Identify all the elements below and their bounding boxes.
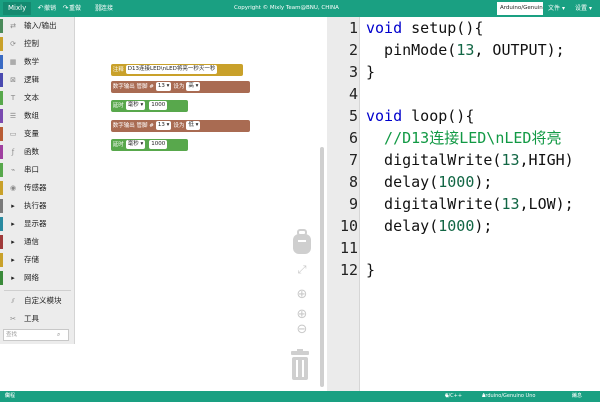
digital-write-block[interactable]: 数字输出 管脚 #13 ▾ 设为高 ▾ xyxy=(111,81,250,93)
sidebar-item-control[interactable]: ⟳ 控制 xyxy=(0,35,75,53)
comment-text-field[interactable]: D13连接LED\nLED将亮一秒灭一秒 xyxy=(125,65,218,74)
logic-icon: ⊠ xyxy=(10,76,16,84)
settings-menu[interactable]: 设置 ▾ xyxy=(575,0,592,17)
workspace-scrollbar[interactable] xyxy=(320,147,324,387)
delay-unit-dropdown[interactable]: 毫秒 ▾ xyxy=(125,140,146,149)
chevron-down-icon: ▾ xyxy=(561,5,565,12)
line-number: 8 xyxy=(348,173,358,191)
expand-arrow-icon: ▸ xyxy=(11,238,15,246)
line-number: 1 xyxy=(348,19,358,37)
status-bar: ☰ 例程 ◆ C/C++ ▪ Arduino/Genuino Uno ✉ 消息 xyxy=(0,391,600,402)
chevron-down-icon: ▾ xyxy=(588,5,592,12)
link-icon: ⛓ xyxy=(94,4,103,12)
comment-block[interactable]: 注释 D13连接LED\nLED将亮一秒灭一秒 xyxy=(111,64,243,76)
backpack-icon[interactable] xyxy=(291,229,313,255)
search-icon[interactable]: ⌕ xyxy=(57,331,60,339)
line-number: 6 xyxy=(348,129,358,147)
wrench-icon: ✂ xyxy=(10,315,16,323)
line-number: 10 xyxy=(339,217,358,235)
recenter-icon[interactable]: ⊕ xyxy=(294,287,310,303)
delay-value-field[interactable]: 1000 xyxy=(149,101,168,110)
code-line[interactable]: void setup(){ xyxy=(366,17,483,39)
line-number: 7 xyxy=(348,151,358,169)
line-number: 4 xyxy=(348,85,358,103)
calculator-icon: ▦ xyxy=(9,58,17,66)
level-dropdown[interactable]: 高 ▾ xyxy=(186,82,201,91)
file-menu[interactable]: 文件 ▾ xyxy=(548,0,565,17)
zoom-in-icon[interactable]: ⊕ xyxy=(294,307,310,323)
app-logo: Mixly xyxy=(3,2,32,15)
io-icon: ⇄ xyxy=(10,22,16,30)
delay-block[interactable]: 延时 毫秒 ▾ 1000 xyxy=(111,139,188,151)
line-number: 2 xyxy=(348,41,358,59)
sidebar-item-array[interactable]: ☰ 数组 xyxy=(0,107,75,125)
list-icon: ☰ xyxy=(9,112,17,120)
control-icon: ⟳ xyxy=(10,40,16,48)
custom-module-icon: ⫽ xyxy=(11,297,15,305)
board-select[interactable]: Arduino/Genuino xyxy=(497,2,543,15)
code-line[interactable]: delay(1000); xyxy=(366,171,492,193)
code-line[interactable]: void loop(){ xyxy=(366,105,474,127)
delay-unit-dropdown[interactable]: 毫秒 ▾ xyxy=(125,101,146,110)
code-line[interactable]: } xyxy=(366,61,375,83)
serial-icon: ⌁ xyxy=(10,166,16,174)
redo-icon: ↷ xyxy=(62,4,69,12)
copyright-text: Copyright © Mixly Team@BNU, CHINA xyxy=(234,5,339,11)
line-number-gutter: 1 2 3 4 5 6 7 8 9 10 11 12 xyxy=(327,17,360,391)
sidebar-item-function[interactable]: ƒ 函数 xyxy=(0,143,75,161)
expand-arrow-icon: ▸ xyxy=(11,220,15,228)
undo-icon: ↶ xyxy=(37,4,44,12)
code-line[interactable]: digitalWrite(13,HIGH) xyxy=(366,149,574,171)
sidebar-item-math[interactable]: ▦ 数学 xyxy=(0,53,75,71)
sidebar-item-sensor[interactable]: ◉ 传感器 xyxy=(0,179,75,197)
sidebar-item-text[interactable]: T 文本 xyxy=(0,89,75,107)
sidebar-item-storage[interactable]: ▸ 存储 xyxy=(0,251,75,269)
sidebar-item-network[interactable]: ▸ 网络 xyxy=(0,269,75,287)
sidebar-divider xyxy=(4,290,71,291)
digital-write-block[interactable]: 数字输出 管脚 #13 ▾ 设为低 ▾ xyxy=(111,120,250,132)
delay-block[interactable]: 延时 毫秒 ▾ 1000 xyxy=(111,100,188,112)
top-bar: Mixly ↶撤销 ↷重做 ⛓连接 Copyright © Mixly Team… xyxy=(0,0,600,17)
line-number: 11 xyxy=(339,239,358,257)
sidebar-item-io[interactable]: ⇄ 输入/输出 xyxy=(0,17,75,35)
sidebar-item-custom-module[interactable]: ⫽ 自定义模块 xyxy=(0,292,75,310)
code-line[interactable]: } xyxy=(366,259,375,281)
code-line[interactable]: delay(1000); xyxy=(366,215,492,237)
pin-dropdown[interactable]: 13 ▾ xyxy=(155,82,172,91)
code-editor[interactable]: 1 2 3 4 5 6 7 8 9 10 11 12 void setup(){… xyxy=(327,17,600,391)
line-number: 9 xyxy=(348,195,358,213)
code-line[interactable]: pinMode(13, OUTPUT); xyxy=(366,39,565,61)
delay-value-field[interactable]: 1000 xyxy=(149,140,168,149)
sidebar-item-serial[interactable]: ⌁ 串口 xyxy=(0,161,75,179)
line-number: 3 xyxy=(348,63,358,81)
code-line[interactable]: digitalWrite(13,LOW); xyxy=(366,193,574,215)
connect-button[interactable]: ⛓连接 xyxy=(94,0,113,17)
sidebar-item-display[interactable]: ▸ 显示器 xyxy=(0,215,75,233)
block-workspace[interactable]: 注释 D13连接LED\nLED将亮一秒灭一秒 数字输出 管脚 #13 ▾ 设为高 … xyxy=(75,17,327,391)
expand-arrow-icon: ▸ xyxy=(11,274,15,282)
sidebar-item-tools[interactable]: ✂ 工具 xyxy=(0,310,75,328)
text-icon: T xyxy=(10,94,16,102)
pin-dropdown[interactable]: 13 ▾ xyxy=(155,121,172,130)
variable-icon: ▭ xyxy=(9,130,17,138)
sensor-icon: ◉ xyxy=(9,184,17,192)
sidebar-item-logic[interactable]: ⊠ 逻辑 xyxy=(0,71,75,89)
code-line[interactable]: //D13连接LED\nLED将亮 xyxy=(366,127,561,149)
undo-button[interactable]: ↶撤销 xyxy=(37,0,56,17)
expand-arrow-icon: ▸ xyxy=(11,202,15,210)
trash-icon[interactable] xyxy=(289,349,311,381)
line-number: 12 xyxy=(339,261,358,279)
sidebar-item-communication[interactable]: ▸ 通信 xyxy=(0,233,75,251)
block-category-sidebar: ⇄ 输入/输出 ⟳ 控制 ▦ 数学 ⊠ 逻辑 T 文本 ☰ 数组 ▭ 变量 ƒ 函数 ⌁ 串口 ◉… xyxy=(0,17,75,344)
level-dropdown[interactable]: 低 ▾ xyxy=(186,121,201,130)
fit-screen-icon[interactable]: ⤢ xyxy=(294,263,310,279)
sidebar-item-variable[interactable]: ▭ 变量 xyxy=(0,125,75,143)
sidebar-item-actuator[interactable]: ▸ 执行器 xyxy=(0,197,75,215)
function-icon: ƒ xyxy=(11,148,15,156)
line-number: 5 xyxy=(348,107,358,125)
zoom-out-icon[interactable]: ⊖ xyxy=(294,322,310,338)
expand-arrow-icon: ▸ xyxy=(11,256,15,264)
redo-button[interactable]: ↷重做 xyxy=(62,0,81,17)
